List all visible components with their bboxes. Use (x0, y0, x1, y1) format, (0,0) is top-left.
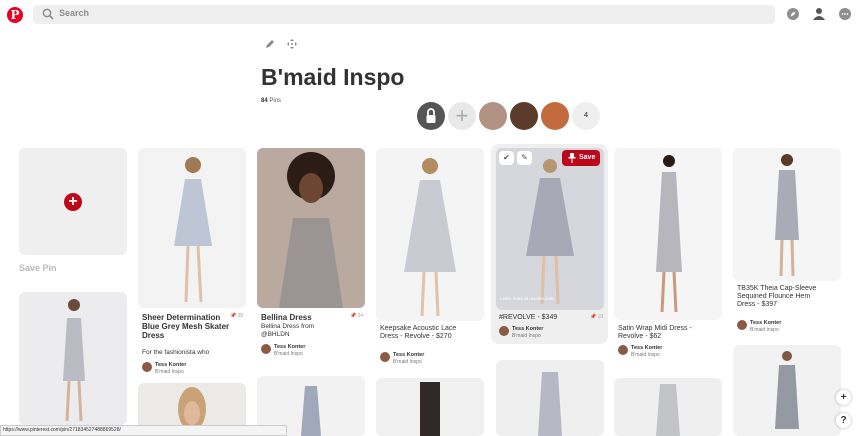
author-name: Tess Konter (512, 326, 544, 332)
edit-pencil-icon[interactable] (264, 38, 276, 50)
avatar (380, 352, 390, 362)
pin-image[interactable] (496, 148, 604, 310)
author-name: Tess Konter (274, 344, 306, 350)
select-check-button[interactable]: ✔ (499, 151, 514, 165)
dress-image (420, 382, 440, 436)
dress-image (174, 157, 212, 303)
organize-move-icon[interactable] (286, 38, 298, 50)
pin-image[interactable] (19, 292, 127, 425)
author-name: Tess Konter (155, 362, 187, 368)
top-bar: P Search (0, 0, 860, 30)
dress-image (775, 351, 799, 429)
dress-image (526, 159, 574, 305)
dress-image (63, 299, 85, 422)
save-button-label: Save (579, 154, 596, 161)
pin-title[interactable]: Bellina Dress (261, 313, 351, 322)
pin-count-label: Pins (269, 98, 282, 104)
pin-description: Bellina Dress from @BHLDN (261, 323, 315, 338)
pin-title[interactable]: Keepsake Acoustic Lace Dress - Revolve -… (380, 325, 460, 341)
search-input[interactable]: Search (59, 8, 89, 18)
pin-title[interactable]: TB35K Theia Cap-Sleeve Sequined Flounce … (737, 285, 817, 309)
avatar (618, 345, 628, 355)
avatar (737, 320, 747, 330)
dress-image (656, 155, 682, 313)
dress-image (404, 158, 456, 317)
dress-image (775, 154, 799, 277)
board-name: B'maid Inspo (155, 369, 184, 375)
author-name: Tess Konter (750, 320, 782, 326)
pin-count-number: 84 (261, 98, 268, 104)
pin-description: For the fashionista who (142, 349, 210, 356)
pinterest-logo[interactable]: P (7, 7, 23, 23)
search-bar[interactable]: Search (33, 5, 775, 24)
avatar (499, 326, 509, 336)
secret-board-lock-icon[interactable] (417, 102, 445, 130)
add-fab-button[interactable]: + (836, 390, 851, 405)
save-button[interactable]: Save (562, 150, 600, 166)
dress-image (656, 384, 680, 436)
pin-image[interactable] (376, 148, 484, 321)
edit-pin-button[interactable]: ✎ (517, 151, 532, 165)
avatar (142, 362, 152, 372)
dress-image (538, 372, 562, 436)
author-name: Tess Konter (631, 345, 663, 351)
board-name: B'maid Inspo (393, 359, 422, 365)
pin-image[interactable] (733, 345, 841, 436)
pin-title[interactable]: Satin Wrap Midi Dress - Revolve - $62 (618, 325, 698, 341)
pin-image[interactable] (257, 148, 365, 308)
repin-count: 📌 10 (590, 314, 604, 320)
pin-image[interactable] (496, 360, 604, 436)
status-bar-url: https://www.pinterest.com/pin/2718345274… (0, 425, 287, 436)
learn-more-link[interactable]: Learn more at revolve.com (500, 296, 554, 301)
pin-count: 84 Pins (261, 98, 281, 104)
pin-title[interactable]: Sheer Determination Blue Grey Mesh Skate… (142, 313, 230, 340)
more-collaborators[interactable]: 4 (572, 102, 600, 130)
board-name: B'maid Inspo (274, 351, 303, 357)
add-collaborator-button[interactable]: + (448, 102, 476, 130)
messages-icon[interactable] (838, 7, 852, 21)
save-pin-label: Save Pin (19, 263, 57, 273)
explore-compass-icon[interactable] (786, 7, 800, 21)
repin-count: 📌 38 (230, 313, 244, 319)
board-name: B'maid Inspo (512, 333, 541, 339)
pin-image[interactable] (614, 378, 722, 436)
author-name: Tess Konter (393, 352, 425, 358)
avatar (261, 344, 271, 354)
repin-count: 📌 34 (350, 313, 364, 319)
pin-image[interactable] (376, 378, 484, 436)
profile-icon[interactable] (812, 7, 826, 21)
board-title: B'maid Inspo (261, 64, 405, 90)
collaborator-avatar[interactable] (541, 102, 569, 130)
collaborator-avatar[interactable] (479, 102, 507, 130)
board-name: B'maid Inspo (631, 352, 660, 358)
help-fab-button[interactable]: ? (836, 413, 851, 428)
save-pin-tile[interactable]: + (19, 148, 127, 255)
board-name: B'maid Inspo (750, 327, 779, 333)
pin-image[interactable] (614, 148, 722, 320)
pin-image[interactable] (733, 148, 841, 281)
pin-icon (568, 153, 576, 163)
collaborator-avatar[interactable] (510, 102, 538, 130)
pin-title[interactable]: #REVOLVE - $349 (499, 314, 579, 322)
search-icon (42, 8, 54, 20)
lock-icon (426, 108, 436, 123)
dress-image (279, 152, 343, 308)
pin-image[interactable] (138, 148, 246, 308)
dress-image (301, 386, 321, 436)
add-pin-icon: + (64, 193, 82, 211)
